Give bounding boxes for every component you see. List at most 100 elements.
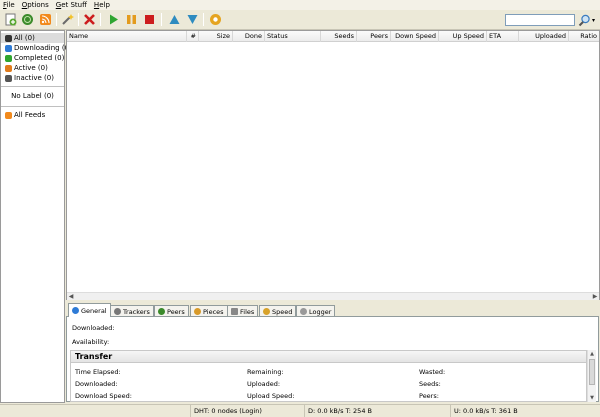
detail-tabs: General Trackers Peers Pieces Files Spee… — [66, 303, 600, 317]
transfer-section: Transfer Time Elapsed: Remaining: Wasted… — [70, 350, 587, 402]
horizontal-scrollbar[interactable]: ◀ ▶ — [67, 292, 599, 300]
download-status: D: 0.0 kB/s T: 254 B — [304, 405, 450, 417]
menu-get-stuff[interactable]: Get Stuff — [56, 1, 87, 9]
inactive-icon — [5, 74, 12, 82]
sidebar-item-label: Completed (0) — [14, 54, 65, 62]
column-peers[interactable]: Peers — [357, 31, 391, 42]
toolbar: ▾ — [0, 10, 600, 30]
menu-file[interactable]: File — [3, 1, 15, 9]
time-elapsed-label: Time Elapsed: — [75, 368, 121, 376]
start-button[interactable] — [106, 12, 121, 27]
globe-add-icon — [22, 14, 33, 25]
scroll-thumb[interactable] — [589, 359, 595, 385]
column-queue[interactable]: # — [187, 31, 199, 42]
status-blank — [0, 405, 190, 417]
status-bar: DHT: 0 nodes (Login) D: 0.0 kB/s T: 254 … — [0, 404, 600, 417]
search-button[interactable]: ▾ — [578, 13, 598, 27]
tab-label: Speed — [272, 307, 293, 316]
tab-general[interactable]: General — [68, 303, 111, 317]
remaining-label: Remaining: — [247, 368, 284, 376]
active-icon — [5, 64, 12, 72]
tab-label: Peers — [167, 307, 185, 316]
scroll-right-icon[interactable]: ▶ — [591, 293, 599, 301]
pause-icon — [127, 15, 136, 24]
sidebar-item-label: No Label (0) — [11, 92, 54, 100]
trackers-icon — [114, 308, 121, 315]
sidebar-item-completed[interactable]: Completed (0) — [1, 53, 64, 63]
rss-button[interactable] — [38, 12, 53, 27]
column-uploaded[interactable]: Uploaded — [519, 31, 569, 42]
sidebar-item-all-feeds[interactable]: All Feeds — [1, 110, 64, 120]
pieces-icon — [194, 308, 201, 315]
availability-label: Availability: — [72, 338, 110, 346]
preferences-button[interactable] — [208, 12, 223, 27]
column-up-speed[interactable]: Up Speed — [439, 31, 487, 42]
pause-button[interactable] — [124, 12, 139, 27]
sidebar-divider — [1, 106, 64, 107]
create-torrent-button[interactable] — [60, 12, 75, 27]
logger-icon — [300, 308, 307, 315]
remove-x-icon — [84, 14, 95, 25]
scroll-up-icon[interactable]: ▲ — [588, 350, 596, 358]
menu-help[interactable]: Help — [94, 1, 110, 9]
files-icon — [231, 308, 238, 315]
tab-label: Logger — [309, 307, 332, 316]
seeds-label: Seeds: — [419, 380, 441, 388]
vertical-scrollbar[interactable]: ▲ ▼ — [587, 350, 596, 402]
sidebar-item-all[interactable]: All (0) — [1, 33, 64, 43]
search-icon — [578, 14, 590, 26]
sidebar-item-no-label[interactable]: No Label (0) — [1, 91, 64, 101]
sidebar-divider — [1, 86, 64, 87]
scroll-left-icon[interactable]: ◀ — [67, 293, 75, 301]
list-header: Name # Size Done Status Seeds Peers Down… — [67, 31, 599, 42]
torrent-list[interactable]: Name # Size Done Status Seeds Peers Down… — [66, 30, 600, 300]
uploaded-label: Uploaded: — [247, 380, 281, 388]
chevron-down-icon: ▾ — [592, 16, 596, 24]
sidebar-item-label: Inactive (0) — [14, 74, 54, 82]
menu-options[interactable]: Options — [22, 1, 49, 9]
upload-speed-label: Upload Speed: — [247, 392, 295, 400]
move-down-button[interactable] — [185, 12, 200, 27]
category-sidebar: All (0) Downloading (0) Completed (0) Ac… — [0, 30, 72, 403]
search-input[interactable] — [505, 14, 575, 26]
completed-icon — [5, 54, 12, 62]
sidebar-item-active[interactable]: Active (0) — [1, 63, 64, 73]
preferences-icon — [210, 14, 221, 25]
tab-label: Files — [240, 307, 255, 316]
peers-icon — [158, 308, 165, 315]
sidebar-item-label: Active (0) — [14, 64, 48, 72]
column-status[interactable]: Status — [265, 31, 321, 42]
scroll-down-icon[interactable]: ▼ — [588, 394, 596, 402]
play-icon — [110, 14, 118, 25]
dht-status[interactable]: DHT: 0 nodes (Login) — [190, 405, 304, 417]
downloaded-label: Downloaded: — [72, 324, 115, 332]
wasted-label: Wasted: — [419, 368, 446, 376]
stop-button[interactable] — [142, 12, 157, 27]
sidebar-item-downloading[interactable]: Downloading (0) — [1, 43, 72, 53]
all-icon — [5, 34, 12, 42]
sidebar-item-label: Downloading (0) — [14, 44, 72, 52]
column-eta[interactable]: ETA — [487, 31, 519, 42]
menu-bar: File Options Get Stuff Help — [0, 0, 600, 10]
tab-label: General — [81, 306, 107, 315]
sidebar-item-inactive[interactable]: Inactive (0) — [1, 73, 64, 83]
transfer-title: Transfer — [71, 351, 586, 363]
speed-icon — [263, 308, 270, 315]
remove-button[interactable] — [82, 12, 97, 27]
sidebar-item-label: All Feeds — [14, 111, 46, 119]
column-done[interactable]: Done — [233, 31, 265, 42]
column-size[interactable]: Size — [199, 31, 233, 42]
move-up-button[interactable] — [167, 12, 182, 27]
column-seeds[interactable]: Seeds — [321, 31, 357, 42]
stop-icon — [145, 15, 154, 24]
arrow-up-icon — [169, 15, 180, 24]
info-icon — [72, 307, 79, 314]
column-name[interactable]: Name — [67, 31, 187, 42]
column-down-speed[interactable]: Down Speed — [391, 31, 439, 42]
sidebar-item-label: All (0) — [14, 34, 35, 42]
add-url-button[interactable] — [20, 12, 35, 27]
rss-icon — [40, 14, 51, 25]
download-icon — [5, 44, 12, 52]
add-torrent-button[interactable] — [3, 12, 18, 27]
column-ratio[interactable]: Ratio — [569, 31, 599, 42]
